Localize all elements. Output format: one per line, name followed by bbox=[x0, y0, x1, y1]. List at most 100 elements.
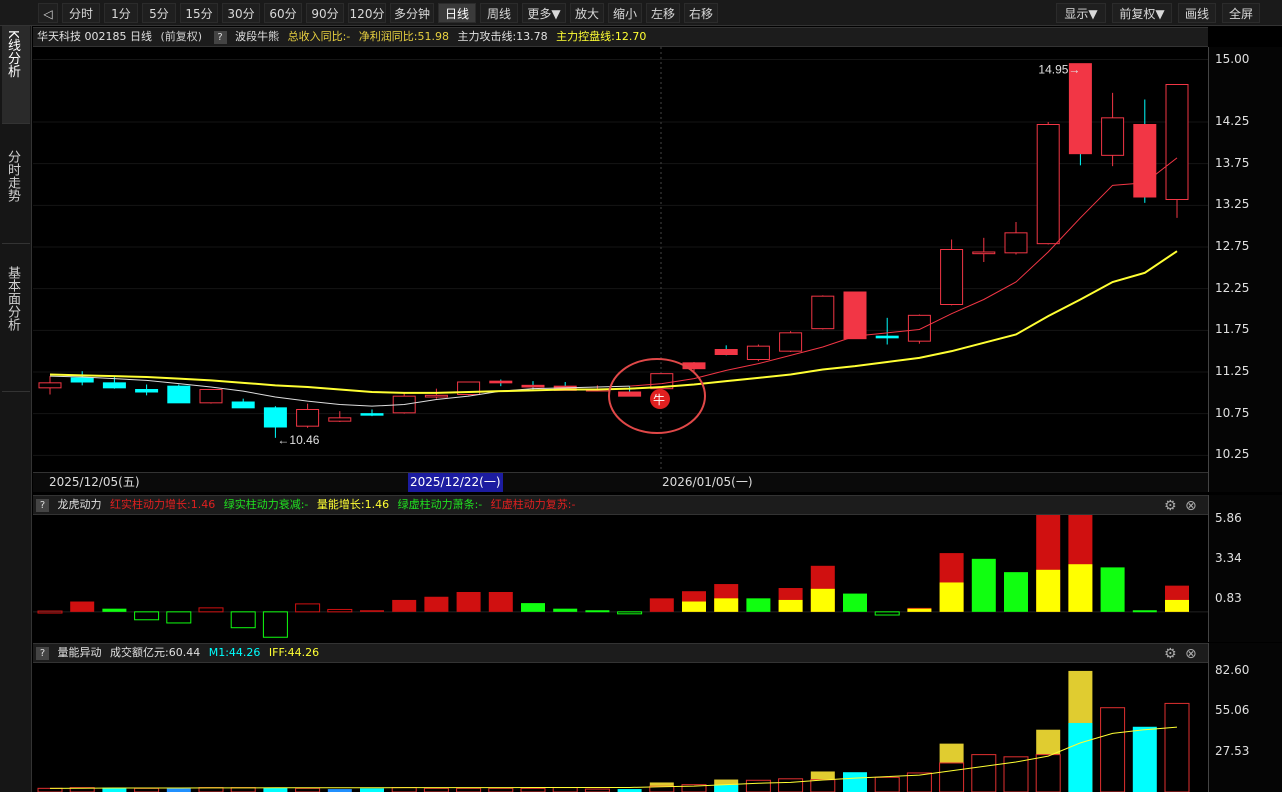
candle[interactable] bbox=[231, 398, 255, 409]
power-bar-chart[interactable] bbox=[33, 515, 1208, 642]
power-bar[interactable] bbox=[617, 611, 643, 615]
period-button-10[interactable]: 周线 bbox=[480, 3, 518, 23]
power-bar[interactable] bbox=[198, 607, 224, 613]
volume-bar[interactable] bbox=[1068, 670, 1093, 792]
help-icon[interactable]: ? bbox=[36, 646, 49, 660]
power-bar[interactable] bbox=[907, 607, 932, 612]
candle[interactable] bbox=[199, 389, 223, 404]
settings-icon[interactable]: ⚙ bbox=[1164, 644, 1177, 664]
period-button-13[interactable]: 缩小 bbox=[608, 3, 642, 23]
candle[interactable] bbox=[167, 384, 191, 404]
candle[interactable] bbox=[1068, 63, 1092, 166]
candle[interactable] bbox=[843, 291, 867, 340]
volume-bar[interactable] bbox=[134, 787, 160, 792]
candle[interactable] bbox=[328, 411, 352, 422]
period-button-15[interactable]: 右移 bbox=[684, 3, 718, 23]
volume-bar[interactable] bbox=[166, 788, 191, 792]
candlestick-chart[interactable]: 14.95→ ←10.46 牛 bbox=[33, 47, 1208, 472]
period-button-5[interactable]: 60分 bbox=[264, 3, 302, 23]
settings-icon[interactable]: ⚙ bbox=[1164, 496, 1177, 516]
volume-bar-chart[interactable] bbox=[33, 663, 1208, 792]
volume-bar[interactable] bbox=[778, 778, 804, 792]
power-bar[interactable] bbox=[166, 611, 192, 624]
candle[interactable] bbox=[135, 384, 159, 396]
power-bar[interactable] bbox=[714, 584, 739, 612]
volume-bar[interactable] bbox=[874, 776, 900, 792]
tab-intraday[interactable]: 分时走势 bbox=[2, 146, 30, 244]
close-icon[interactable]: ⊗ bbox=[1185, 644, 1197, 664]
power-bar[interactable] bbox=[649, 598, 674, 612]
candle[interactable] bbox=[360, 409, 384, 417]
candle[interactable] bbox=[811, 295, 835, 330]
power-bar[interactable] bbox=[843, 593, 867, 612]
candle[interactable] bbox=[1133, 99, 1157, 203]
volume-bar[interactable] bbox=[1035, 729, 1061, 792]
toolbar-right-button-2[interactable]: 画线 bbox=[1178, 3, 1216, 23]
period-button-8[interactable]: 多分钟 bbox=[390, 3, 434, 23]
power-bar[interactable] bbox=[70, 601, 95, 612]
power-bar[interactable] bbox=[327, 608, 353, 613]
power-bar[interactable] bbox=[230, 611, 256, 629]
power-bar[interactable] bbox=[424, 596, 449, 612]
power-bar[interactable] bbox=[262, 611, 288, 638]
tab-kline[interactable]: K线分析 bbox=[2, 26, 30, 124]
period-button-3[interactable]: 15分 bbox=[180, 3, 218, 23]
power-bar[interactable] bbox=[553, 608, 578, 612]
help-icon[interactable]: ? bbox=[213, 30, 227, 44]
power-bar[interactable] bbox=[488, 591, 513, 612]
volume-bar[interactable] bbox=[520, 787, 546, 792]
period-button-6[interactable]: 90分 bbox=[306, 3, 344, 23]
candle[interactable] bbox=[779, 331, 803, 352]
help-icon[interactable]: ? bbox=[36, 498, 49, 512]
tab-fundamentals[interactable]: 基本面分析 bbox=[2, 262, 30, 392]
period-button-11[interactable]: 更多▼ bbox=[522, 3, 566, 23]
volume-bar[interactable] bbox=[295, 787, 321, 792]
volume-bar[interactable] bbox=[37, 787, 63, 792]
candle[interactable] bbox=[457, 381, 481, 396]
volume-bar[interactable] bbox=[971, 754, 997, 792]
volume-bar[interactable] bbox=[360, 788, 384, 792]
period-button-12[interactable]: 放大 bbox=[570, 3, 604, 23]
power-bar[interactable] bbox=[360, 610, 384, 612]
power-bar[interactable] bbox=[746, 598, 771, 612]
power-bar[interactable] bbox=[1165, 585, 1189, 612]
power-bar[interactable] bbox=[1036, 515, 1061, 612]
power-bar[interactable] bbox=[971, 558, 996, 612]
toolbar-right-button-3[interactable]: 全屏 bbox=[1222, 3, 1260, 23]
volume-bar[interactable] bbox=[843, 772, 867, 792]
volume-bar[interactable] bbox=[391, 787, 417, 792]
power-bar[interactable] bbox=[1100, 567, 1125, 612]
toolbar-right-button-1[interactable]: 前复权▼ bbox=[1112, 3, 1172, 23]
candle[interactable] bbox=[1165, 84, 1189, 218]
candle[interactable] bbox=[1101, 92, 1125, 167]
power-bar[interactable] bbox=[778, 588, 803, 612]
power-bar[interactable] bbox=[521, 603, 545, 612]
candle[interactable] bbox=[940, 239, 964, 306]
candle[interactable] bbox=[714, 345, 738, 356]
power-bar[interactable] bbox=[939, 553, 964, 612]
close-icon[interactable]: ⊗ bbox=[1185, 496, 1197, 516]
power-bar[interactable] bbox=[1068, 515, 1093, 612]
power-bar[interactable] bbox=[392, 599, 417, 612]
period-button-2[interactable]: 5分 bbox=[142, 3, 176, 23]
period-button-7[interactable]: 120分 bbox=[348, 3, 386, 23]
power-bar[interactable] bbox=[810, 565, 835, 612]
period-button-4[interactable]: 30分 bbox=[222, 3, 260, 23]
volume-bar[interactable] bbox=[488, 787, 514, 792]
volume-bar[interactable] bbox=[552, 787, 578, 792]
power-bar[interactable] bbox=[295, 603, 321, 613]
candle[interactable] bbox=[972, 237, 996, 262]
volume-bar[interactable] bbox=[714, 779, 739, 792]
candle[interactable] bbox=[296, 403, 320, 428]
power-bar[interactable] bbox=[134, 611, 160, 621]
volume-bar[interactable] bbox=[1164, 702, 1190, 792]
power-bar[interactable] bbox=[102, 608, 127, 612]
period-button-14[interactable]: 左移 bbox=[646, 3, 680, 23]
volume-bar[interactable] bbox=[423, 787, 449, 792]
volume-bar[interactable] bbox=[456, 787, 482, 792]
period-button-1[interactable]: 1分 bbox=[104, 3, 138, 23]
volume-bar[interactable] bbox=[939, 743, 965, 792]
power-bar[interactable] bbox=[1004, 572, 1028, 612]
candle[interactable] bbox=[875, 317, 899, 345]
power-bar[interactable] bbox=[456, 591, 481, 612]
